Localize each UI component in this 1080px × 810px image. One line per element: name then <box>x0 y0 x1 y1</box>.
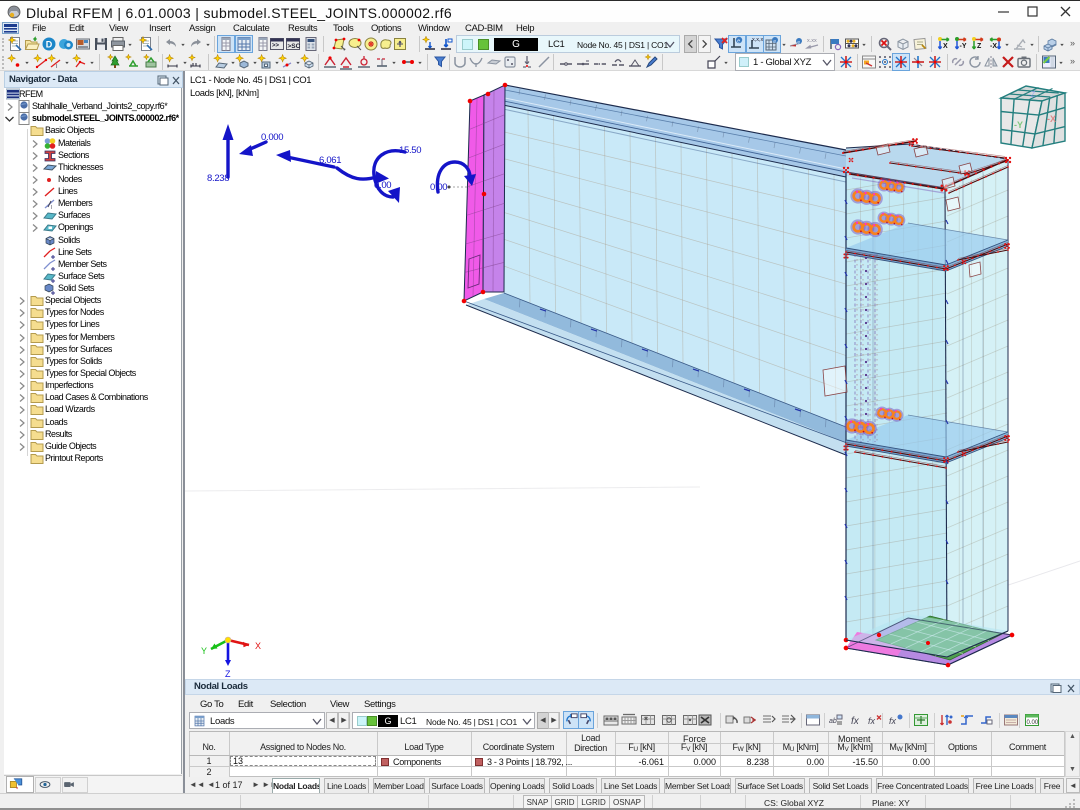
svg-text:x,x,x: x,x,x <box>752 37 763 43</box>
svg-text:LC1 - Node No. 45 | DS1 | CO1: LC1 - Node No. 45 | DS1 | CO1 <box>190 75 311 86</box>
svg-text:-X: -X <box>1047 114 1056 124</box>
svg-text:fx: fx <box>889 716 897 726</box>
svg-text:Y: Y <box>201 646 207 656</box>
svg-text:0.00: 0.00 <box>374 180 391 191</box>
svg-text:-Y: -Y <box>960 43 967 50</box>
svg-text:-X: -X <box>990 43 997 50</box>
svg-text:e: e <box>773 39 776 44</box>
svg-text:fx: fx <box>868 716 876 726</box>
svg-text:-Z: -Z <box>1028 90 1036 99</box>
svg-text:fx: fx <box>851 716 860 727</box>
svg-text:0.000: 0.000 <box>261 132 283 143</box>
svg-text:>SC: >SC <box>288 43 301 50</box>
svg-text:Z: Z <box>977 43 982 50</box>
svg-text:-Y: -Y <box>1014 120 1023 130</box>
svg-text:e: e <box>737 39 740 45</box>
svg-text:I: I <box>56 64 58 70</box>
svg-text:Loads [kN], [kNm]: Loads [kN], [kNm] <box>190 88 259 99</box>
svg-text:ab: ab <box>829 718 837 725</box>
svg-text:X: X <box>943 43 948 50</box>
svg-text:X: X <box>255 641 261 651</box>
svg-text:0.00: 0.00 <box>430 182 447 193</box>
svg-text:D: D <box>46 40 53 50</box>
svg-text:x.xx: x.xx <box>807 38 817 44</box>
svg-text:8.238: 8.238 <box>207 173 229 184</box>
svg-text:>>: >> <box>272 43 280 49</box>
svg-text:15.50: 15.50 <box>399 145 421 156</box>
svg-text:6.061: 6.061 <box>319 155 341 166</box>
svg-text:Z: Z <box>225 669 231 679</box>
svg-text:e: e <box>797 40 800 45</box>
